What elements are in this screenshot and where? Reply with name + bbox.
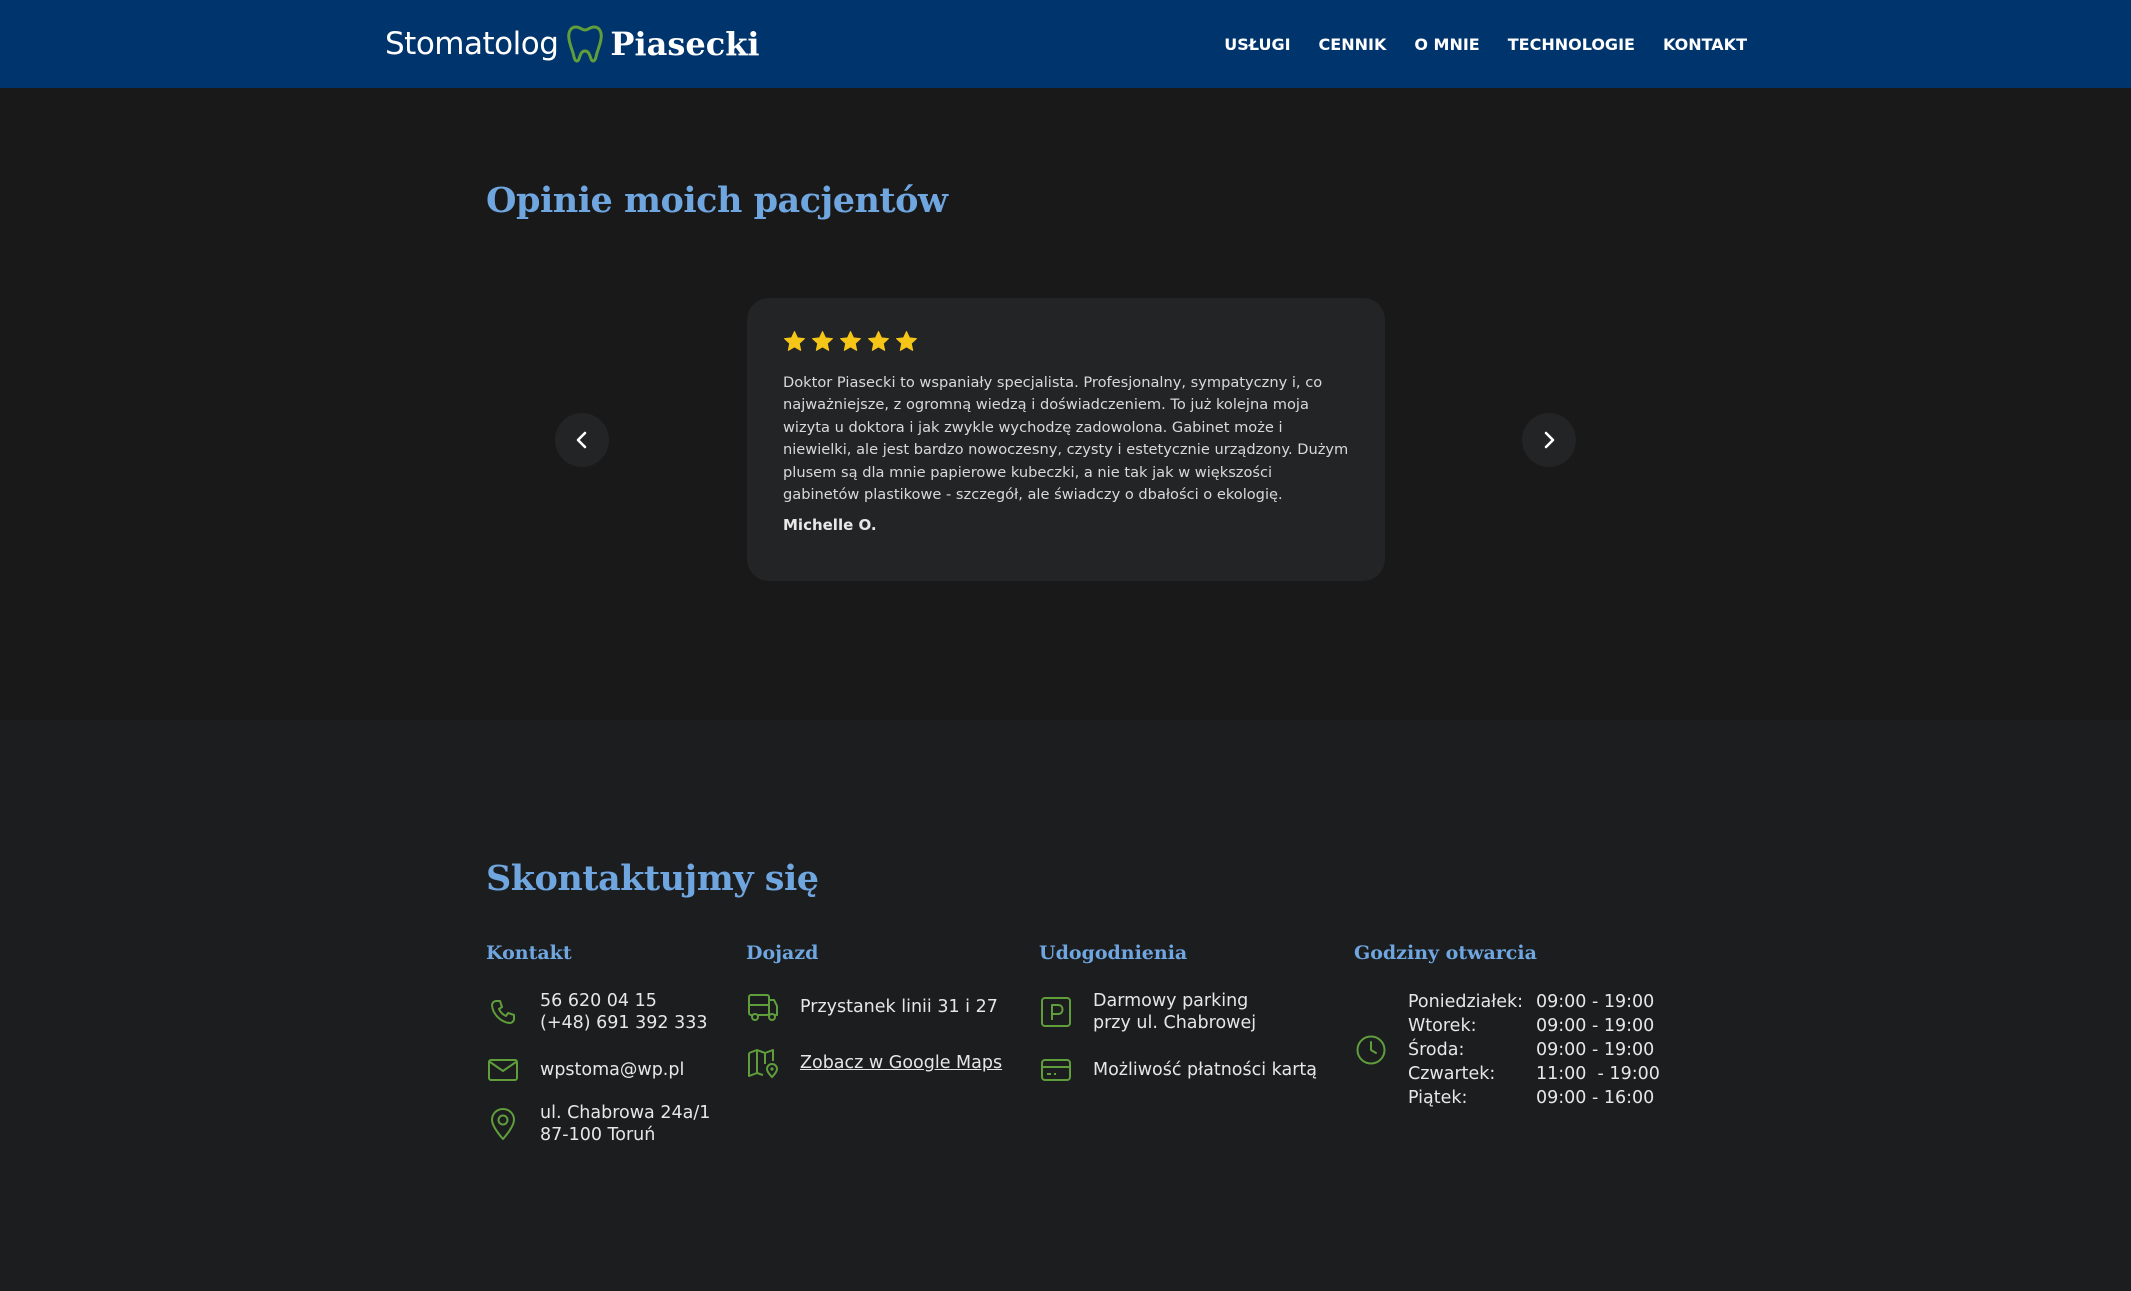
- phone-number-mobile[interactable]: (+48) 691 392 333: [540, 1012, 707, 1034]
- chevron-right-icon: [1544, 431, 1555, 449]
- hours-time: 11:00 - 19:00: [1536, 1064, 1660, 1084]
- address-street: ul. Chabrowa 24a/1: [540, 1103, 711, 1123]
- opening-hours-table: Poniedziałek: 09:00 - 19:00 Wtorek: 09:00 …: [1408, 990, 1660, 1110]
- carousel-next-button[interactable]: [1522, 413, 1576, 467]
- hours-day: Piątek:: [1408, 1088, 1468, 1108]
- hours-row: Wtorek: 09:00 - 19:00: [1408, 1014, 1660, 1038]
- hours-day: Czwartek:: [1408, 1064, 1496, 1084]
- hours-day: Środa:: [1408, 1040, 1465, 1060]
- email-item: wpstoma@wp.pl: [486, 1053, 684, 1087]
- star-icon: [896, 330, 917, 351]
- hours-row: Czwartek: 11:00 - 19:00: [1408, 1062, 1660, 1086]
- nav-item-technologie[interactable]: TECHNOLOGIE: [1508, 35, 1635, 54]
- opinions-section: Opinie moich pacjentów Doktor Piasecki t…: [0, 88, 2131, 720]
- column-title-dojazd: Dojazd: [746, 942, 819, 964]
- site-header: Stomatolog Piasecki USŁUGI CENNIK O MNIE…: [0, 0, 2131, 88]
- column-title-godziny: Godziny otwarcia: [1354, 942, 1537, 964]
- logo-text-bold: Piasecki: [610, 25, 760, 63]
- google-maps-link[interactable]: Zobacz w Google Maps: [800, 1052, 1002, 1074]
- logo[interactable]: Stomatolog Piasecki: [385, 20, 760, 68]
- card-payment-item: Możliwość płatności kartą: [1039, 1053, 1317, 1087]
- hours-day: Poniedziałek:: [1408, 992, 1524, 1012]
- contact-section: Skontaktujmy się Kontakt 56 620 04 15 (+…: [0, 720, 2131, 1291]
- rating-stars: [783, 330, 1349, 358]
- hours-time: 09:00 - 19:00: [1536, 1040, 1655, 1060]
- parking-item: Darmowy parking przy ul. Chabrowej: [1039, 990, 1256, 1034]
- credit-card-icon: [1039, 1053, 1073, 1087]
- star-icon: [812, 330, 833, 351]
- parking-icon: [1039, 995, 1073, 1029]
- chevron-left-icon: [576, 431, 587, 449]
- clock-icon: [1354, 1033, 1388, 1067]
- opinions-title: Opinie moich pacjentów: [486, 180, 948, 221]
- carousel-prev-button[interactable]: [555, 413, 609, 467]
- logo-text-light: Stomatolog: [385, 26, 559, 62]
- main-menu: USŁUGI CENNIK O MNIE TECHNOLOGIE KONTAKT: [1224, 0, 1747, 88]
- phone-item: 56 620 04 15 (+48) 691 392 333: [486, 990, 707, 1034]
- hours-time: 09:00 - 19:00: [1536, 992, 1655, 1012]
- hours-time: 09:00 - 16:00: [1536, 1088, 1655, 1108]
- review-text: Doktor Piasecki to wspaniały specjalista…: [783, 374, 1349, 504]
- map-icon: [746, 1046, 780, 1080]
- nav-item-uslugi[interactable]: USŁUGI: [1224, 35, 1290, 54]
- review-card: Doktor Piasecki to wspaniały specjalista…: [747, 298, 1385, 581]
- bus-icon: [746, 990, 780, 1024]
- hours-row: Środa: 09:00 - 19:00: [1408, 1038, 1660, 1062]
- card-payment-text: Możliwość płatności kartą: [1093, 1060, 1317, 1080]
- bus-stop-text: Przystanek linii 31 i 27: [800, 997, 998, 1017]
- hours-row: Poniedziałek: 09:00 - 19:00: [1408, 990, 1660, 1014]
- mail-icon: [486, 1053, 520, 1087]
- hours-day: Wtorek:: [1408, 1016, 1477, 1036]
- nav-item-o-mnie[interactable]: O MNIE: [1414, 35, 1479, 54]
- email-address[interactable]: wpstoma@wp.pl: [540, 1059, 684, 1081]
- column-title-kontakt: Kontakt: [486, 942, 572, 964]
- hours-time: 09:00 - 19:00: [1536, 1016, 1655, 1036]
- column-title-udogodnienia: Udogodnienia: [1039, 942, 1188, 964]
- phone-number-landline[interactable]: 56 620 04 15: [540, 990, 707, 1012]
- phone-icon: [486, 995, 520, 1029]
- address-item: ul. Chabrowa 24a/1 87-100 Toruń: [486, 1102, 710, 1146]
- location-pin-icon: [486, 1107, 520, 1141]
- maps-item: Zobacz w Google Maps: [746, 1046, 1002, 1080]
- bus-stop-item: Przystanek linii 31 i 27: [746, 990, 998, 1024]
- tooth-icon: [567, 25, 604, 63]
- address-city: 87-100 Toruń: [540, 1125, 656, 1145]
- star-icon: [840, 330, 861, 351]
- parking-text-line2: przy ul. Chabrowej: [1093, 1013, 1257, 1033]
- star-icon: [868, 330, 889, 351]
- parking-text-line1: Darmowy parking: [1093, 991, 1249, 1011]
- nav-item-cennik[interactable]: CENNIK: [1319, 35, 1387, 54]
- hours-row: Piątek: 09:00 - 16:00: [1408, 1086, 1660, 1110]
- opening-hours-item: Poniedziałek: 09:00 - 19:00 Wtorek: 09:00 …: [1354, 990, 1660, 1110]
- nav-item-kontakt[interactable]: KONTAKT: [1663, 35, 1747, 54]
- review-author: Michelle O.: [783, 516, 877, 535]
- star-icon: [784, 330, 805, 351]
- contact-title: Skontaktujmy się: [486, 858, 819, 899]
